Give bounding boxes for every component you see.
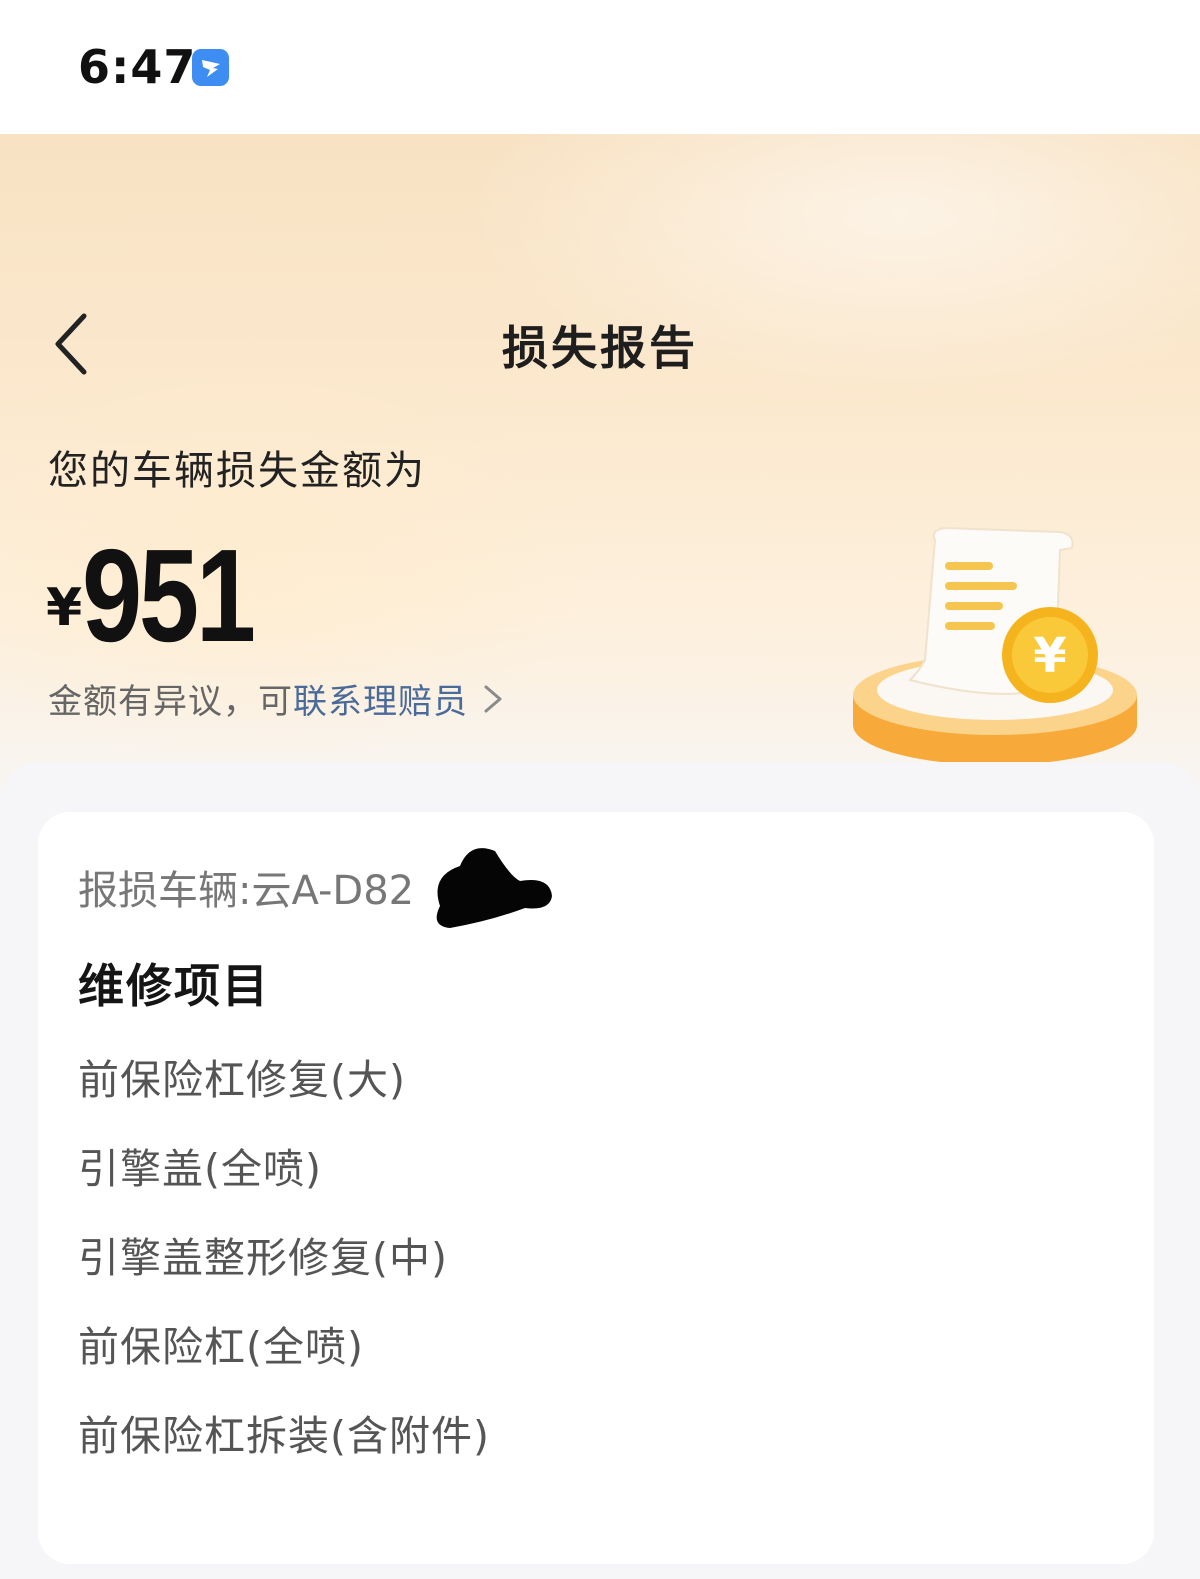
contact-adjuster-label: 联系理赔员 <box>293 682 468 722</box>
dispute-line: 金额有异议，可 联系理赔员 <box>48 674 508 723</box>
repair-item-list: 前保险杠修复(大) 引擎盖(全喷) 引擎盖整形修复(中) 前保险杠(全喷) 前保… <box>78 1046 490 1491</box>
dispute-text: 金额有异议，可 <box>48 682 293 722</box>
chevron-right-icon <box>484 685 502 712</box>
repair-item: 前保险杠(全喷) <box>78 1323 364 1371</box>
app-notification-icon <box>192 49 229 86</box>
repair-item: 引擎盖(全喷) <box>78 1145 322 1193</box>
page-title: 损失报告 <box>502 321 698 375</box>
repair-item: 前保险杠修复(大) <box>78 1056 406 1104</box>
redaction-mark <box>420 836 560 936</box>
loss-amount-label: 您的车辆损失金额为 <box>48 448 426 494</box>
status-bar: 6:47 <box>0 0 1200 134</box>
repair-items-heading: 维修项目 <box>78 959 270 1013</box>
currency-symbol: ¥ <box>46 578 83 638</box>
svg-text:¥: ¥ <box>1033 628 1066 684</box>
status-time: 6:47 <box>78 40 197 94</box>
receipt-coin-illustration: ¥ <box>850 520 1150 770</box>
repair-item: 前保险杠拆装(含附件) <box>78 1412 490 1460</box>
reported-vehicle: 报损车辆:云A-D82 <box>78 868 415 914</box>
repair-item: 引擎盖整形修复(中) <box>78 1234 448 1282</box>
contact-adjuster-link[interactable]: 联系理赔员 <box>293 674 508 723</box>
amount-value: 951 <box>82 522 256 669</box>
